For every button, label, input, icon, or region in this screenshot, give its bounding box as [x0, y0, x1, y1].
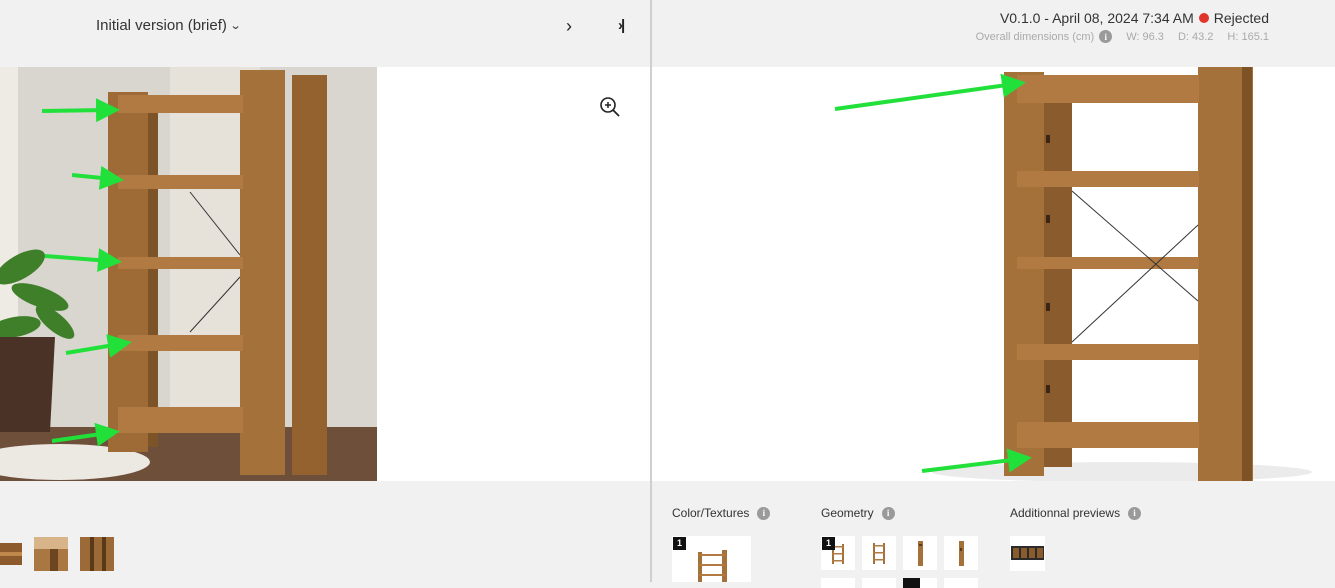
version-info: V0.1.0 - April 08, 2024 7:34 AM Rejected…	[976, 10, 1269, 43]
color-textures-title: Color/Textures	[672, 506, 750, 520]
additional-previews-title: Additionnal previews	[1010, 506, 1121, 520]
texture-card[interactable]: 1	[672, 536, 751, 582]
version-select-dropdown[interactable]: Initial version (brief) ⌄	[96, 17, 242, 34]
brief-thumbnail[interactable]	[0, 537, 22, 571]
brief-thumbnail[interactable]	[80, 537, 114, 571]
geometry-thumbnail[interactable]	[903, 536, 937, 570]
geometry-thumbnails: 1	[821, 536, 978, 588]
info-icon[interactable]: i	[1099, 30, 1113, 43]
geometry-thumbnail[interactable]	[903, 578, 937, 588]
chevron-down-icon: ⌄	[229, 20, 242, 32]
brief-pane: Initial version (brief) ⌄ › ›|	[0, 0, 650, 582]
geometry-header: Geometry i	[821, 506, 895, 520]
depth-value: D: 43.2	[1177, 30, 1214, 43]
geometry-thumbnail[interactable]	[862, 578, 896, 588]
geometry-title: Geometry	[821, 506, 874, 520]
height-value: H: 165.1	[1227, 30, 1269, 43]
info-icon[interactable]: i	[881, 506, 895, 520]
next-button[interactable]: ›	[566, 16, 572, 36]
version-label: V0.1.0 - April 08, 2024 7:34 AM	[999, 10, 1194, 26]
model-render-viewer	[652, 67, 1335, 481]
bookshelf-side-icon	[873, 543, 885, 564]
version-line: V0.1.0 - April 08, 2024 7:34 AM Rejected	[976, 10, 1269, 26]
geometry-thumbnail[interactable]	[862, 536, 896, 570]
geometry-thumbnail[interactable]	[944, 536, 978, 570]
dimensions-label: Overall dimensions (cm)	[975, 30, 1095, 43]
bookshelf-profile-icon	[918, 541, 923, 566]
info-icon[interactable]: i	[1128, 506, 1142, 520]
bookshelf-back-icon	[959, 541, 964, 566]
info-icon[interactable]: i	[757, 506, 771, 520]
brief-thumbnail[interactable]	[34, 537, 68, 571]
width-value: W: 96.3	[1126, 30, 1164, 43]
brief-photo	[0, 67, 377, 481]
brief-thumbnails	[0, 537, 114, 571]
geometry-thumbnail[interactable]: 1	[821, 536, 855, 570]
status-label: Rejected	[1213, 10, 1269, 26]
version-select-label: Initial version (brief)	[96, 17, 227, 34]
texture-count-badge: 1	[673, 537, 686, 550]
status-dot-icon	[1198, 13, 1209, 23]
geometry-thumbnail[interactable]	[821, 578, 855, 588]
zoom-in-icon[interactable]	[599, 96, 621, 118]
geometry-thumbnail[interactable]	[944, 578, 978, 588]
model-pane: V0.1.0 - April 08, 2024 7:34 AM Rejected…	[652, 0, 1335, 588]
brief-image-viewer	[0, 67, 650, 481]
additional-preview-thumbnail[interactable]	[1010, 536, 1045, 571]
last-button[interactable]: ›|	[618, 16, 625, 36]
color-textures-header: Color/Textures i	[672, 506, 771, 520]
additional-previews-header: Additionnal previews i	[1010, 506, 1142, 520]
dimensions-line: Overall dimensions (cm) i W: 96.3 D: 43.…	[976, 30, 1269, 43]
geometry-count-badge: 1	[822, 537, 835, 550]
model-render	[834, 67, 1312, 481]
